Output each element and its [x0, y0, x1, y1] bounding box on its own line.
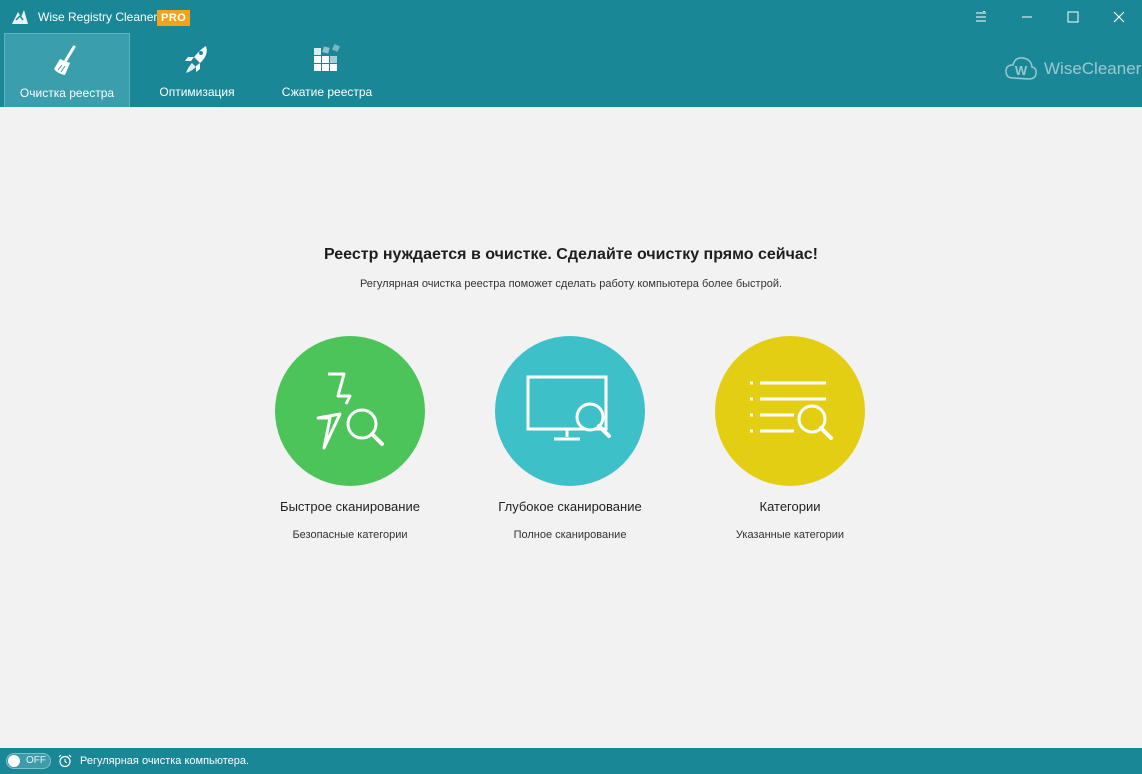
app-header: Wise Registry Cleaner X PRO Очистка реес…: [0, 0, 1142, 107]
categories-subtitle: Указанные категории: [735, 529, 845, 541]
brand-name: WiseCleaner: [1044, 59, 1142, 78]
scheduled-clean-toggle[interactable]: OFF: [6, 753, 51, 769]
quick-scan-title: Быстрое сканирование: [280, 499, 420, 514]
alarm-clock-icon[interactable]: [58, 754, 72, 768]
tab-optimization[interactable]: Оптимизация: [134, 33, 260, 107]
close-icon: [1113, 11, 1125, 22]
menu-button[interactable]: [958, 0, 1004, 33]
minimize-icon: [1022, 16, 1032, 17]
maximize-icon: [1067, 11, 1079, 22]
quick-scan-card[interactable]: Быстрое сканирование Безопасные категори…: [240, 336, 460, 541]
maximize-button[interactable]: [1050, 0, 1096, 33]
minimize-button[interactable]: [1004, 0, 1050, 33]
menu-icon: [976, 10, 986, 21]
tab-label: Очистка реестра: [19, 86, 115, 100]
deep-scan-card[interactable]: Глубокое сканирование Полное сканировани…: [460, 336, 680, 541]
status-text: Регулярная очистка компьютера.: [80, 755, 250, 767]
rocket-icon: [185, 46, 207, 73]
broom-icon: [54, 45, 76, 75]
pro-badge: PRO: [157, 10, 191, 26]
status-bar: OFF Регулярная очистка компьютера.: [0, 748, 1142, 774]
deep-scan-subtitle: Полное сканирование: [513, 529, 627, 541]
quick-scan-subtitle: Безопасные категории: [292, 529, 408, 541]
deep-scan-title: Глубокое сканирование: [498, 499, 642, 514]
tab-label: Сжатие реестра: [281, 85, 373, 99]
title-bar: Wise Registry Cleaner X PRO: [0, 0, 1142, 33]
app-title: Wise Registry Cleaner X: [38, 10, 169, 24]
tab-label: Оптимизация: [159, 85, 235, 99]
deep-scan-button[interactable]: [495, 336, 645, 486]
quick-scan-button[interactable]: [275, 336, 425, 486]
wisecleaner-logo-icon: W: [1005, 57, 1037, 80]
categories-card[interactable]: Категории Указанные категории: [680, 336, 900, 541]
toggle-label: OFF: [26, 755, 46, 766]
page-title: Реестр нуждается в очистке. Сделайте очи…: [324, 246, 818, 263]
svg-text:W: W: [1015, 63, 1028, 78]
app-logo-icon: [10, 8, 30, 26]
blocks-icon: [314, 44, 340, 71]
wisecleaner-brand[interactable]: W WiseCleaner: [1004, 54, 1141, 84]
tab-registry-defrag[interactable]: Сжатие реестра: [264, 33, 390, 107]
monitor-search-icon: [526, 375, 611, 441]
page-subtitle: Регулярная очистка реестра поможет сдела…: [359, 278, 783, 290]
categories-title: Категории: [759, 499, 821, 514]
close-button[interactable]: [1096, 0, 1142, 33]
toggle-knob: [8, 755, 20, 767]
tab-registry-cleaner[interactable]: Очистка реестра: [4, 33, 130, 107]
list-search-icon: [750, 381, 833, 440]
lightning-search-icon: [316, 372, 384, 450]
categories-button[interactable]: [715, 336, 865, 486]
